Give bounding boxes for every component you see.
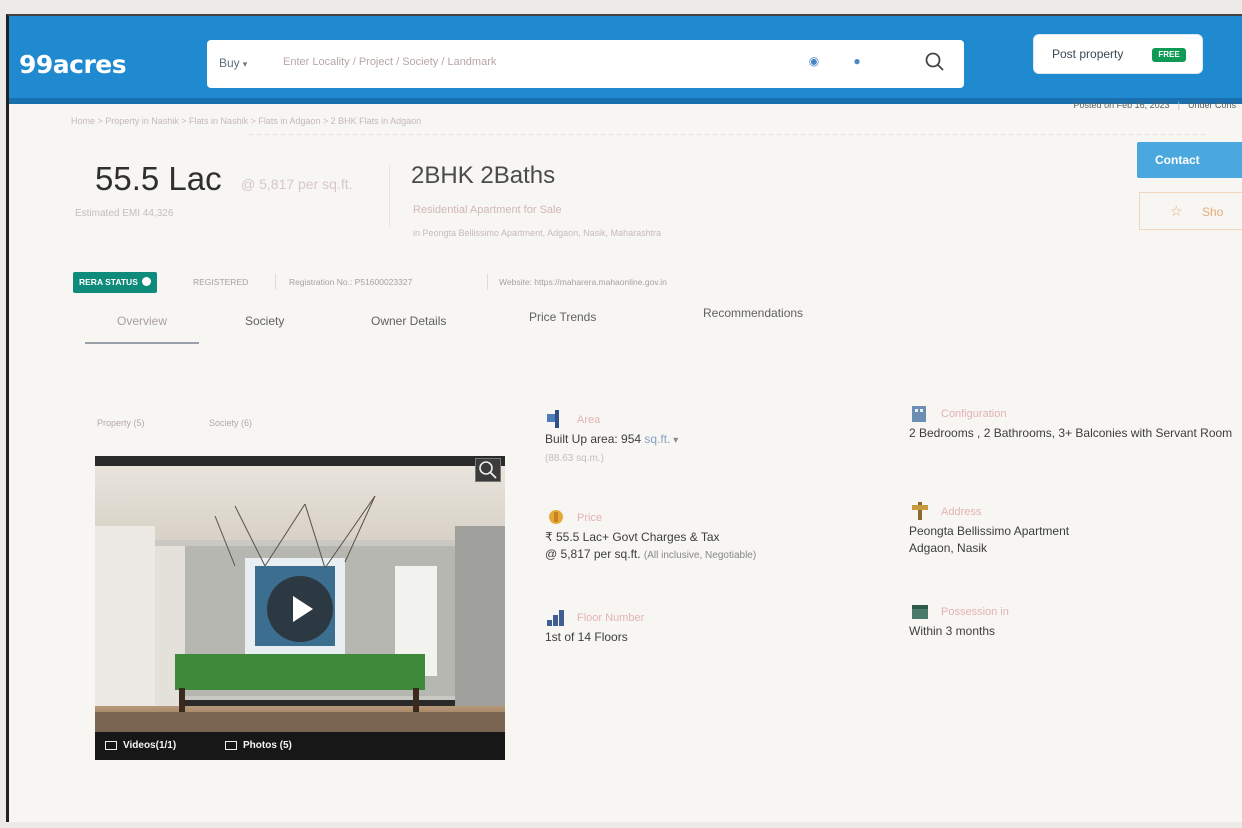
property-address: in Peongta Bellissimo Apartment, Adgaon,…	[413, 228, 662, 238]
star-icon: ☆	[1170, 203, 1183, 219]
price-detail: Price ₹ 55.5 Lac+ Govt Charges & Tax @ 5…	[545, 510, 875, 564]
floor-label: Floor Number	[577, 612, 645, 624]
possession-label: Possession in	[941, 606, 1009, 618]
contact-button[interactable]: Contact	[1137, 142, 1242, 178]
post-property-label: Post property	[1052, 47, 1124, 61]
configuration-title: 2BHK 2Baths	[411, 162, 556, 189]
posted-date: Posted on Feb 16, 2023	[1073, 100, 1170, 110]
media-controls: Videos(1/1) Photos (5)	[95, 732, 505, 760]
configuration-value: 2 Bedrooms , 2 Bathrooms, 3+ Balconies w…	[909, 426, 1233, 440]
summary-divider	[389, 166, 390, 226]
media-tab-society[interactable]: Society (6)	[209, 418, 252, 428]
search-input[interactable]: Enter Locality / Project / Society / Lan…	[283, 56, 496, 68]
rera-status-badge: RERA STATUS	[73, 272, 157, 293]
area-unit[interactable]: sq.ft.	[644, 432, 670, 446]
meta-separator: |	[1177, 100, 1180, 110]
tab-society[interactable]: Society	[245, 314, 284, 328]
possession-value: Within 3 months	[909, 624, 996, 638]
floor-value: 1st of 14 Floors	[545, 630, 628, 644]
price-label: Price	[577, 512, 603, 524]
logo[interactable]: 99acres	[19, 50, 127, 79]
rera-registered: REGISTERED	[193, 277, 249, 287]
property-type: Residential Apartment for Sale	[413, 204, 562, 216]
area-value: Built Up area: 954	[545, 432, 642, 446]
address-line-1: Peongta Bellissimo Apartment	[909, 524, 1070, 538]
chevron-down-icon: ▾	[242, 59, 248, 69]
area-icon	[547, 410, 559, 428]
area-detail: Area Built Up area: 954 sq.ft. ▾ (88.63 …	[545, 410, 875, 467]
price-per-sqft: @ 5,817 per sq.ft.	[241, 176, 353, 192]
price-note: (All inclusive, Negotiable)	[643, 550, 757, 561]
search-icon[interactable]	[923, 50, 947, 74]
address-icon	[912, 502, 928, 520]
construction-status: Under Cons	[1187, 100, 1236, 110]
emi-estimate[interactable]: Estimated EMI 44,326	[75, 208, 173, 219]
mic-icon[interactable]: ●	[847, 54, 867, 74]
location-icon[interactable]: ◉	[804, 54, 824, 74]
section-tabs: Overview Society Owner Details Price Tre…	[9, 306, 909, 346]
post-property-button[interactable]: Post property FREE	[1033, 34, 1203, 74]
tab-price-trends[interactable]: Price Trends	[529, 310, 596, 324]
screen: 99acres Buy ▾ Enter Locality / Project / …	[6, 14, 1242, 822]
building-icon	[912, 406, 926, 422]
price: 55.5 Lac	[95, 160, 222, 197]
free-badge: FREE	[1152, 48, 1186, 62]
tab-recommendations[interactable]: Recommendations	[703, 306, 803, 320]
price-value: ₹ 55.5 Lac+ Govt Charges & Tax	[545, 530, 720, 544]
play-icon[interactable]	[267, 576, 333, 642]
top-navbar: 99acres Buy ▾ Enter Locality / Project / …	[9, 16, 1242, 104]
address-label: Address	[941, 506, 982, 518]
possession-detail: Possession in Within 3 months	[909, 604, 1239, 640]
price-per-sqft-detail: @ 5,817 per sq.ft.	[545, 547, 641, 561]
listing-meta: Posted on Feb 16, 2023 | Under Cons	[1074, 100, 1236, 110]
breadcrumb[interactable]: Home > Property in Nashik > Flats in Nas…	[71, 116, 421, 126]
photos-button[interactable]: Photos (5)	[243, 740, 292, 751]
area-sqm: (88.63 sq.m.)	[545, 453, 604, 464]
media-gallery[interactable]: Videos(1/1) Photos (5)	[95, 456, 505, 760]
media-tab-property[interactable]: Property (5)	[97, 418, 145, 428]
rera-separator	[487, 274, 488, 290]
divider	[249, 134, 1209, 135]
area-label: Area	[577, 414, 601, 426]
rera-website[interactable]: Website: https://maharera.mahaonline.gov…	[499, 277, 667, 287]
configuration-label: Configuration	[941, 408, 1007, 420]
tab-owner-details[interactable]: Owner Details	[371, 314, 446, 328]
photo-icon	[225, 741, 237, 750]
buy-dropdown[interactable]: Buy ▾	[219, 56, 247, 70]
rera-separator	[275, 274, 276, 290]
calendar-icon	[912, 605, 928, 619]
floor-icon	[547, 610, 564, 626]
chevron-down-icon[interactable]: ▾	[670, 435, 678, 446]
shortlist-button[interactable]: ☆ Sho	[1139, 192, 1242, 230]
address-line-2: Adgaon, Nasik	[909, 541, 988, 555]
zoom-icon[interactable]	[475, 458, 501, 482]
floor-detail: Floor Number 1st of 14 Floors	[545, 610, 875, 646]
price-tag-icon	[549, 510, 563, 524]
videos-button[interactable]: Videos(1/1)	[123, 740, 176, 751]
rera-registration-number: Registration No.: P51600023327	[289, 277, 413, 287]
buy-label: Buy	[219, 56, 240, 70]
address-detail: Address Peongta Bellissimo Apartment Adg…	[909, 502, 1239, 557]
info-icon[interactable]	[141, 277, 151, 286]
shortlist-label: Sho	[1202, 205, 1224, 219]
configuration-detail: Configuration 2 Bedrooms , 2 Bathrooms, …	[909, 406, 1239, 442]
search-bar[interactable]: Buy ▾ Enter Locality / Project / Society …	[207, 40, 964, 88]
tab-overview[interactable]: Overview	[85, 314, 199, 344]
video-icon	[105, 741, 117, 750]
rera-badge-label: RERA STATUS	[79, 277, 138, 287]
